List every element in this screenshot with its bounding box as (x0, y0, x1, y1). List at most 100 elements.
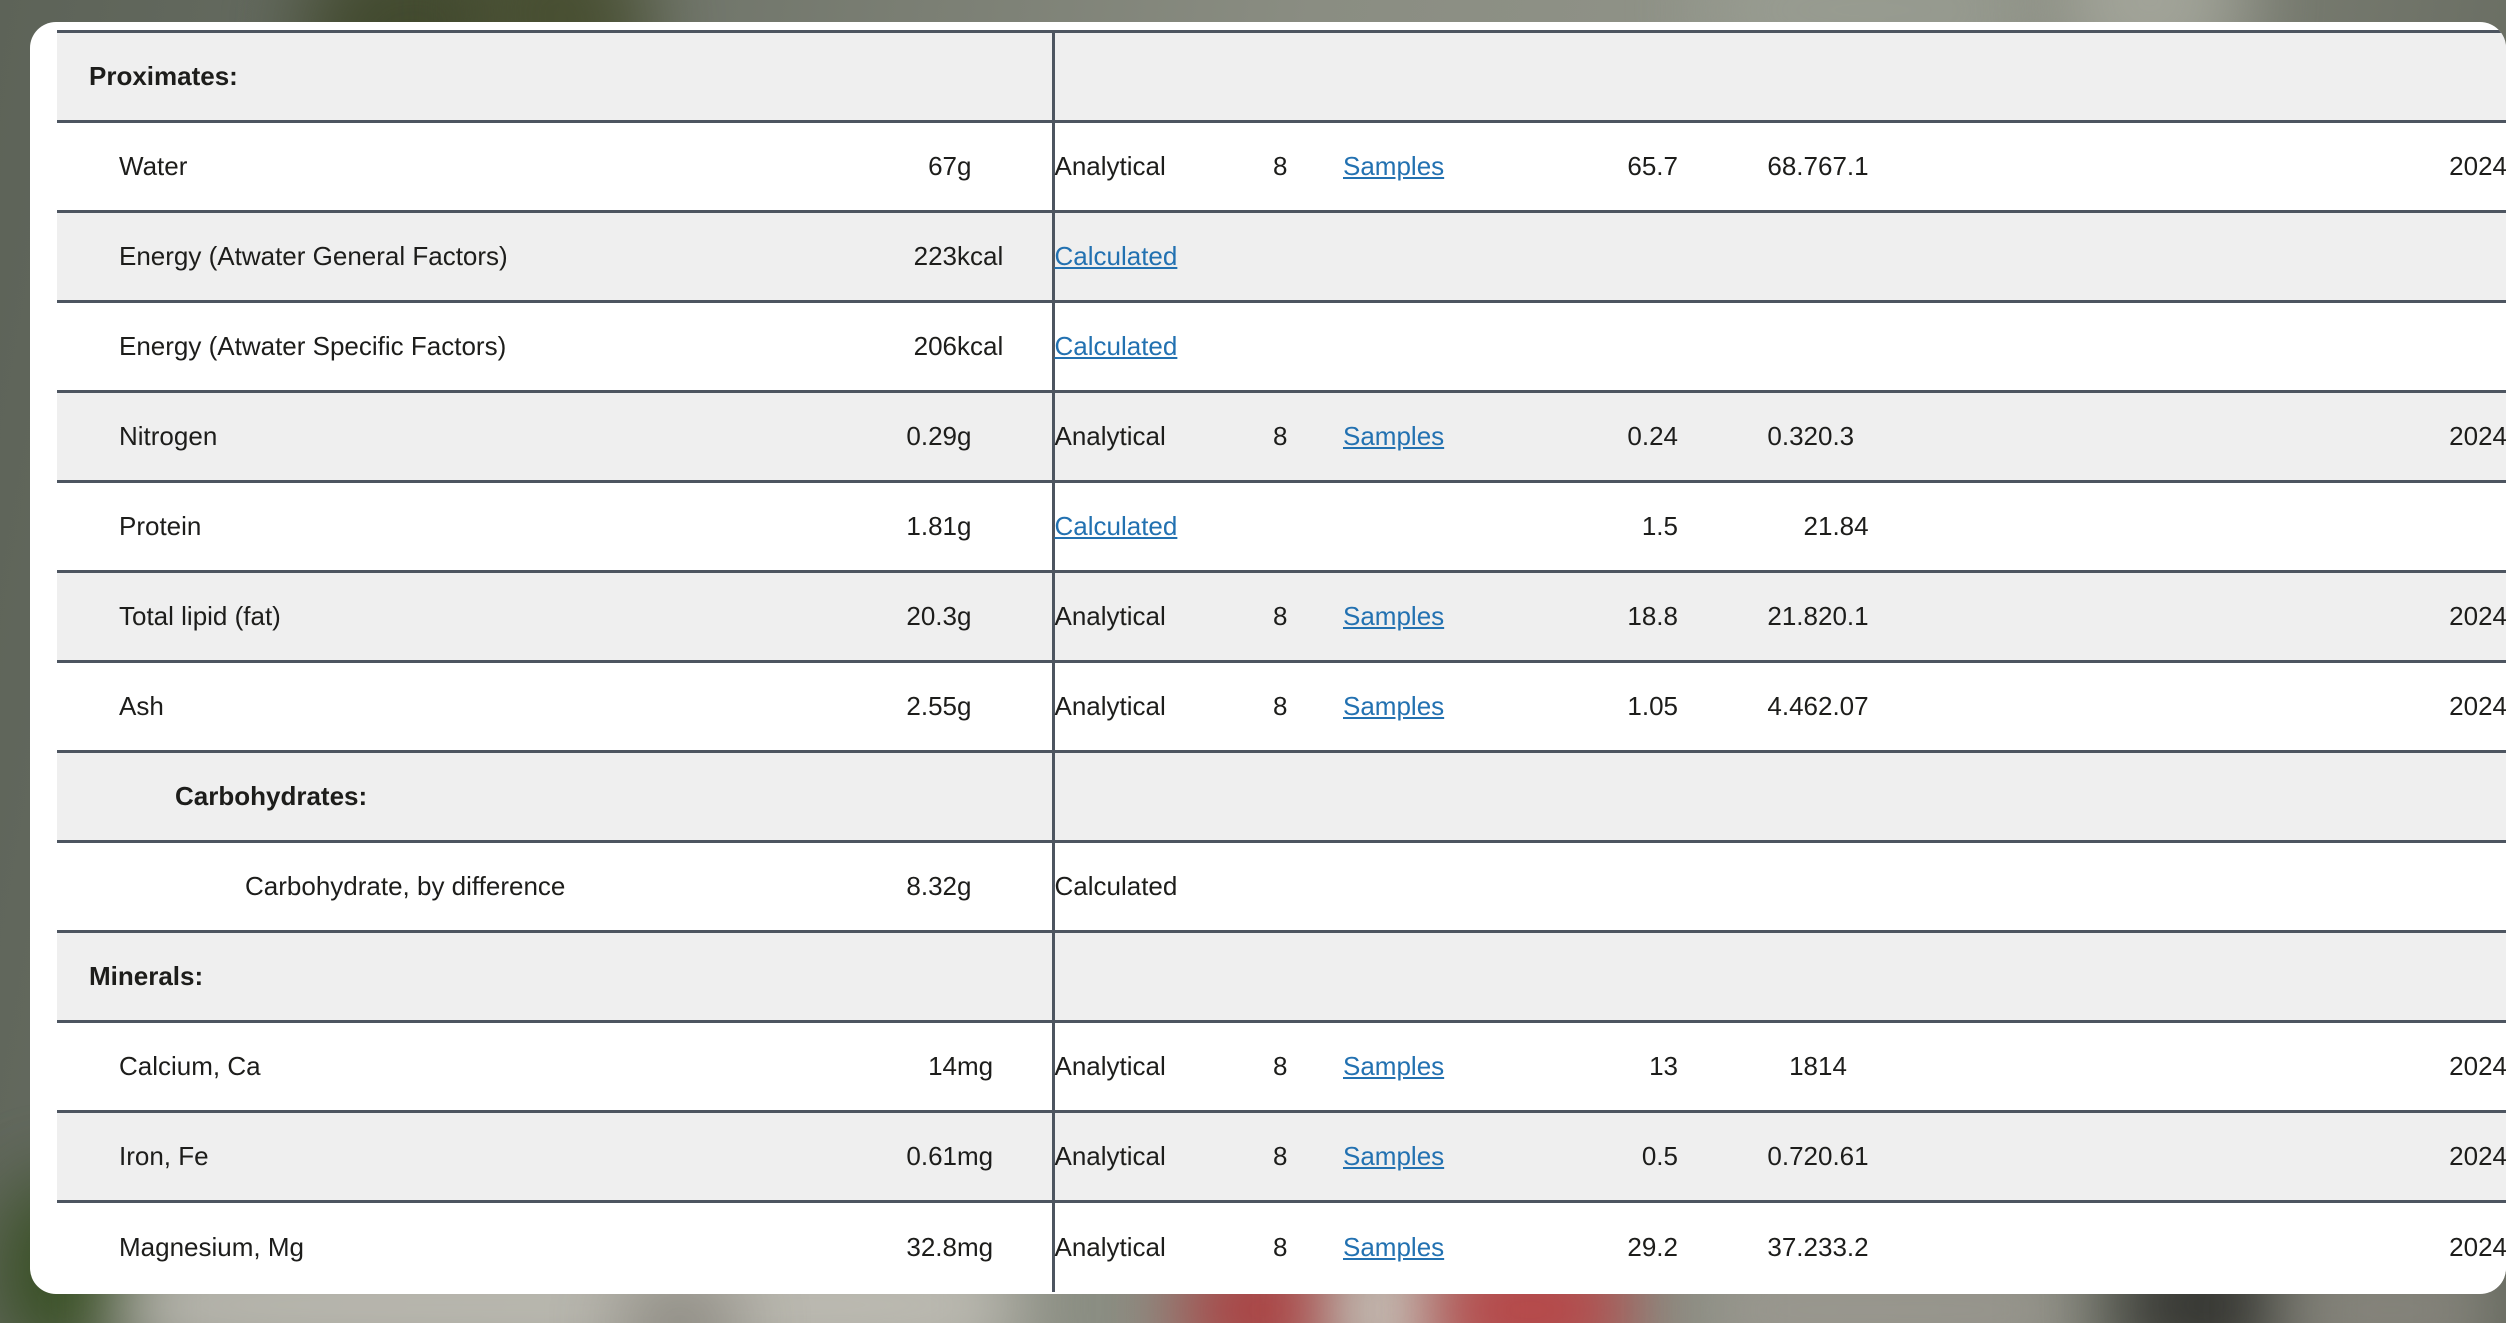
nutrient-name: Protein (57, 480, 847, 572)
samples-link[interactable]: Samples (1343, 421, 1444, 451)
derivation-cell: Analytical (1051, 1200, 1273, 1292)
nutrient-amount: 1.81 (847, 480, 957, 572)
samples-cell (1343, 210, 1533, 302)
nutrient-unit: mg (957, 1200, 1053, 1292)
data-points-year (2377, 750, 2506, 842)
spacer-cell (2078, 750, 2377, 842)
samples-cell (1343, 30, 1533, 122)
max-value (1678, 30, 1818, 122)
nutrient-unit (957, 750, 1053, 842)
median-value: 0.3 (1818, 390, 2078, 482)
derivation-cell: Calculated (1051, 480, 1273, 572)
nutrient-name: Nitrogen (57, 390, 847, 482)
nutrient-unit: mg (957, 1110, 1053, 1202)
min-value: 0.24 (1533, 390, 1678, 482)
min-value: 18.8 (1533, 570, 1678, 662)
samples-cell: Samples (1343, 570, 1533, 662)
derivation-cell: Calculated (1051, 300, 1273, 392)
sample-count: 8 (1273, 1020, 1343, 1112)
spacer-cell (2078, 660, 2377, 752)
nutrient-name: Total lipid (fat) (57, 570, 847, 662)
table-row: Energy (Atwater General Factors) 223 kcal C… (57, 210, 2506, 302)
nutrient-name: Iron, Fe (57, 1110, 847, 1202)
table-section-row: Carbohydrates: (57, 750, 2506, 842)
max-value (1678, 210, 1818, 302)
spacer-cell (2078, 120, 2377, 212)
samples-cell: Samples (1343, 390, 1533, 482)
data-points-year (2377, 840, 2506, 932)
sample-count (1273, 300, 1343, 392)
min-value (1533, 30, 1678, 122)
data-points-year: 2024 (2377, 1020, 2506, 1112)
table-row: Ash 2.55 g Analytical 8 Samples 1.05 4.46 2.07 20… (57, 660, 2506, 752)
samples-cell: Samples (1343, 660, 1533, 752)
samples-cell (1343, 300, 1533, 392)
nutrient-unit: kcal (957, 300, 1053, 392)
nutrient-unit: kcal (957, 210, 1053, 302)
derivation-link[interactable]: Calculated (1055, 331, 1178, 361)
nutrient-name: Calcium, Ca (57, 1020, 847, 1112)
derivation-cell: Analytical (1051, 390, 1273, 482)
samples-cell: Samples (1343, 1020, 1533, 1112)
nutrient-amount: 32.8 (847, 1200, 957, 1292)
derivation-link[interactable]: Calculated (1055, 511, 1178, 541)
min-value (1533, 300, 1678, 392)
section-label: Carbohydrates: (57, 750, 847, 842)
table-row: Total lipid (fat) 20.3 g Analytical 8 Samples… (57, 570, 2506, 662)
nutrient-unit (957, 30, 1053, 122)
data-points-year: 2024 (2377, 1200, 2506, 1292)
spacer-cell (2078, 1200, 2377, 1292)
section-label: Proximates: (57, 30, 847, 122)
spacer-cell (2078, 300, 2377, 392)
samples-link[interactable]: Samples (1343, 1051, 1444, 1081)
data-points-year (2377, 300, 2506, 392)
spacer-cell (2078, 570, 2377, 662)
median-value: 0.61 (1818, 1110, 2078, 1202)
spacer-cell (2078, 480, 2377, 572)
median-value (1818, 840, 2078, 932)
min-value: 65.7 (1533, 120, 1678, 212)
samples-link[interactable]: Samples (1343, 151, 1444, 181)
sample-count (1273, 840, 1343, 932)
median-value: 67.1 (1818, 120, 2078, 212)
samples-link[interactable]: Samples (1343, 1141, 1444, 1171)
sample-count: 8 (1273, 390, 1343, 482)
min-value (1533, 840, 1678, 932)
nutrient-amount (847, 750, 957, 842)
min-value (1533, 210, 1678, 302)
max-value: 0.72 (1678, 1110, 1818, 1202)
nutrient-name: Energy (Atwater General Factors) (57, 210, 847, 302)
data-points-year (2377, 30, 2506, 122)
nutrient-unit: g (957, 570, 1053, 662)
nutrient-table-scroll-region[interactable]: Proximates: Water 67 g Analytical 8 Samples 65.… (57, 30, 2506, 1294)
sample-count (1273, 750, 1343, 842)
samples-link[interactable]: Samples (1343, 1232, 1444, 1262)
median-value (1818, 210, 2078, 302)
derivation-cell: Calculated (1051, 840, 1273, 932)
nutrient-unit (957, 930, 1053, 1022)
section-label: Minerals: (57, 930, 847, 1022)
table-row: Carbohydrate, by difference 8.32 g Calculat… (57, 840, 2506, 932)
samples-link[interactable]: Samples (1343, 601, 1444, 631)
nutrient-amount: 8.32 (847, 840, 957, 932)
data-points-year: 2024 (2377, 390, 2506, 482)
table-row: Calcium, Ca 14 mg Analytical 8 Samples 13 18 14 2… (57, 1020, 2506, 1112)
samples-link[interactable]: Samples (1343, 691, 1444, 721)
nutrient-unit: g (957, 120, 1053, 212)
data-points-year (2377, 930, 2506, 1022)
derivation-cell (1051, 30, 1273, 122)
median-value (1818, 930, 2078, 1022)
derivation-link[interactable]: Calculated (1055, 241, 1178, 271)
nutrient-unit: g (957, 840, 1053, 932)
median-value: 14 (1818, 1020, 2078, 1112)
min-value: 13 (1533, 1020, 1678, 1112)
min-value: 1.5 (1533, 480, 1678, 572)
derivation-cell: Analytical (1051, 660, 1273, 752)
derivation-cell: Analytical (1051, 120, 1273, 212)
nutrient-name: Carbohydrate, by difference (57, 840, 847, 932)
max-value (1678, 840, 1818, 932)
derivation-cell: Calculated (1051, 210, 1273, 302)
nutrient-name: Energy (Atwater Specific Factors) (57, 300, 847, 392)
data-points-year (2377, 210, 2506, 302)
nutrient-amount: 2.55 (847, 660, 957, 752)
